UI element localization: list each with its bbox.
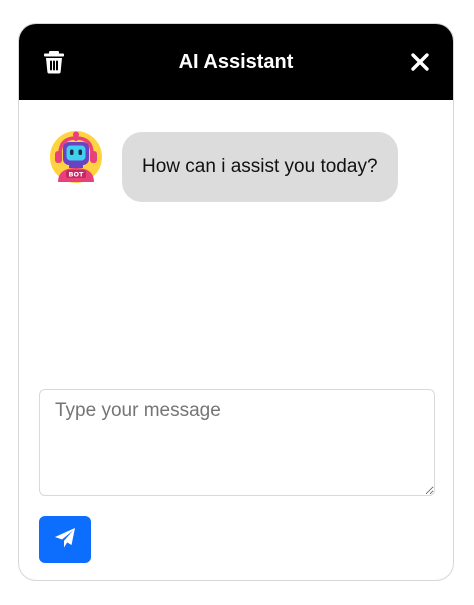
message-list: BOT How can i assist you today? [19, 100, 453, 386]
message-input[interactable] [39, 389, 435, 496]
bot-message-bubble: How can i assist you today? [122, 132, 398, 202]
chat-widget: AI Assistant BOT How can i assist you to… [18, 23, 454, 581]
bot-message-text: How can i assist you today? [142, 156, 378, 177]
paper-plane-icon [54, 527, 76, 552]
chat-title: AI Assistant [178, 51, 294, 73]
send-button[interactable] [39, 516, 91, 563]
bot-badge-text: BOT [69, 171, 84, 179]
close-icon[interactable] [409, 51, 431, 73]
robot-avatar-icon: BOT [49, 130, 103, 184]
chat-header: AI Assistant [19, 24, 453, 100]
